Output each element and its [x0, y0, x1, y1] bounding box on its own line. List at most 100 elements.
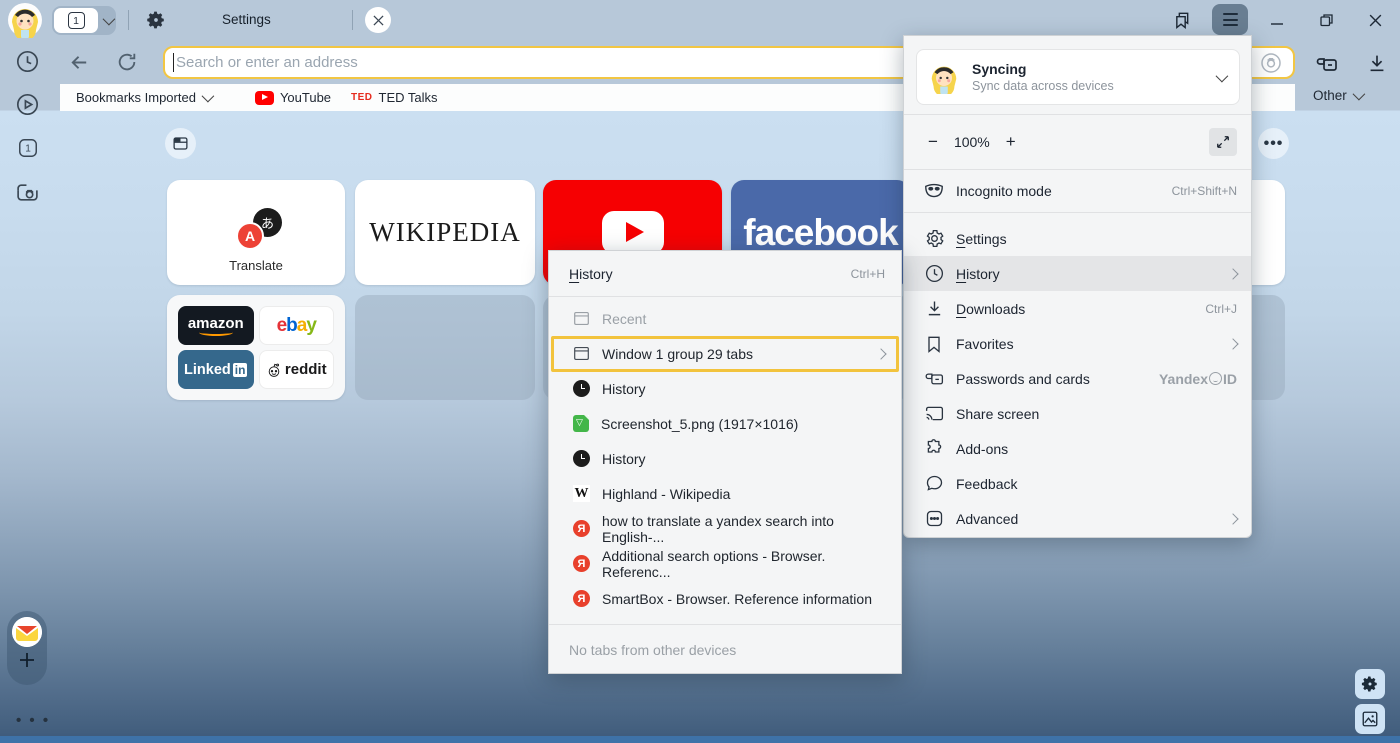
yandex-favicon: Я: [573, 555, 590, 572]
expand-icon: [1216, 135, 1230, 149]
passwords-toolbar-button[interactable]: [1315, 52, 1339, 76]
submenu-item-history[interactable]: History: [549, 441, 901, 476]
dial-settings-button[interactable]: [1355, 669, 1385, 699]
menu-item-feedback[interactable]: Feedback: [904, 466, 1251, 501]
youtube-play-icon: [602, 211, 664, 254]
minimize-button[interactable]: [1262, 5, 1292, 35]
image-icon: [1361, 710, 1379, 728]
submenu-item-history[interactable]: History: [549, 371, 901, 406]
bookmark-youtube[interactable]: YouTube: [255, 90, 331, 105]
sidebar-add-button[interactable]: [17, 650, 37, 670]
background-gallery-button[interactable]: [1355, 704, 1385, 734]
downloads-toolbar-button[interactable]: [1366, 52, 1388, 74]
yandex-id-icon: [1209, 372, 1222, 385]
sidebar-tabs-button[interactable]: 1: [17, 137, 42, 162]
gear-icon: [1361, 675, 1379, 693]
menu-item-incognito[interactable]: Incognito mode Ctrl+Shift+N: [904, 169, 1251, 212]
submenu-item-yandex-search[interactable]: Я Additional search options - Browser. R…: [549, 546, 901, 581]
history-submenu: History Ctrl+H Recent Window 1 group 29 …: [548, 250, 902, 674]
bookmarks-imported-folder[interactable]: Bookmarks Imported: [76, 90, 211, 105]
tab-count-icon: 1: [17, 137, 39, 159]
more-square-icon: [924, 508, 945, 529]
yandex-favicon: Я: [573, 590, 590, 607]
browser-menu-panel: Syncing Sync data across devices − 100% …: [903, 35, 1252, 538]
fullscreen-button[interactable]: [1209, 128, 1237, 156]
ted-icon: TED: [351, 92, 373, 103]
zoom-in-button[interactable]: +: [1006, 132, 1016, 152]
menu-item-history[interactable]: History: [904, 256, 1251, 291]
facebook-wordmark: facebook: [743, 212, 897, 254]
folder-item-reddit[interactable]: reddit: [259, 350, 335, 389]
dial-more-button[interactable]: •••: [1258, 128, 1289, 159]
reload-icon: [116, 51, 138, 73]
screen-cast-icon: [924, 403, 945, 424]
yandex-mail-button[interactable]: [12, 617, 42, 647]
submenu-item-yandex-search[interactable]: Я SmartBox - Browser. Reference informat…: [549, 581, 901, 616]
avatar-icon: [7, 2, 43, 38]
chevron-right-icon: [1227, 268, 1238, 279]
menu-item-share-screen[interactable]: Share screen: [904, 396, 1251, 431]
folder-item-ebay[interactable]: ebay: [259, 306, 335, 345]
no-other-devices-label: No tabs from other devices: [549, 632, 901, 658]
window-close-button[interactable]: [1360, 5, 1390, 35]
menu-item-settings[interactable]: Settings: [904, 221, 1251, 256]
image-search-icon[interactable]: [1259, 51, 1283, 75]
zoom-out-button[interactable]: −: [928, 132, 938, 152]
sidebar-history-button[interactable]: [15, 49, 40, 74]
tab-group-count[interactable]: 1: [54, 8, 98, 33]
sync-card[interactable]: Syncing Sync data across devices: [916, 49, 1240, 105]
submenu-item-recent: Recent: [549, 301, 901, 336]
maximize-button[interactable]: [1311, 5, 1341, 35]
folder-item-linkedin[interactable]: Linkedin: [178, 350, 254, 389]
tab-group-pill[interactable]: 1: [52, 6, 116, 35]
svg-text:1: 1: [25, 144, 31, 155]
dial-folder-shopping[interactable]: amazon ebay Linkedin reddit: [167, 295, 345, 400]
plus-icon: [17, 650, 37, 670]
dial-wikipedia[interactable]: WIKIPEDIA: [355, 180, 535, 285]
sidebar-media-button[interactable]: [15, 92, 40, 117]
translate-icon: あ A: [236, 208, 282, 250]
back-button[interactable]: [68, 51, 91, 74]
chevron-right-icon: [1227, 513, 1238, 524]
zoom-level: 100%: [954, 134, 990, 150]
sidebar-screenshot-button[interactable]: [15, 180, 40, 205]
folder-item-amazon[interactable]: amazon: [178, 306, 254, 345]
dial-label: Translate: [167, 258, 345, 273]
submenu-item-screenshot[interactable]: Screenshot_5.png (1917×1016): [549, 406, 901, 441]
sidebar-more-button[interactable]: • • •: [16, 712, 50, 729]
menu-item-downloads[interactable]: Downloads Ctrl+J: [904, 291, 1251, 326]
shortcut-label: Ctrl+Shift+N: [1172, 184, 1237, 198]
dial-placeholder[interactable]: [355, 295, 535, 400]
bookmark-ted-talks[interactable]: TEDTED Talks: [351, 90, 438, 105]
bookmarks-panel-button[interactable]: [1166, 5, 1196, 35]
reddit-alien-icon: [266, 362, 282, 378]
window-icon: [573, 345, 590, 362]
downloads-other-dropdown[interactable]: Other: [1313, 88, 1362, 103]
wikipedia-wordmark: WIKIPEDIA: [369, 217, 520, 248]
chevron-right-icon: [1227, 338, 1238, 349]
screenshot-camera-icon: [15, 180, 40, 205]
submenu-item-wikipedia[interactable]: W Highland - Wikipedia: [549, 476, 901, 511]
yandex-favicon: Я: [573, 520, 590, 537]
dial-translate[interactable]: あ A Translate: [167, 180, 345, 285]
bookmark-flag-icon: [924, 334, 944, 354]
menu-item-advanced[interactable]: Advanced: [904, 501, 1251, 536]
tab-close-button[interactable]: [365, 7, 391, 33]
menu-item-favorites[interactable]: Favorites: [904, 326, 1251, 361]
menu-item-passwords[interactable]: Passwords and cards YandexID: [904, 361, 1251, 396]
profile-avatar[interactable]: [7, 2, 43, 38]
key-card-icon: [1315, 52, 1339, 76]
shortcut-label: Ctrl+H: [851, 267, 885, 281]
new-window-button[interactable]: [165, 128, 196, 159]
submenu-item-window-group[interactable]: Window 1 group 29 tabs: [549, 336, 901, 371]
sync-subtitle: Sync data across devices: [972, 79, 1114, 93]
wikipedia-favicon: W: [573, 485, 590, 502]
text-caret: [173, 53, 174, 72]
reload-button[interactable]: [116, 51, 138, 73]
browser-menu-button[interactable]: [1212, 4, 1248, 35]
incognito-mask-icon: [923, 180, 945, 202]
tab-title[interactable]: Settings: [222, 12, 271, 27]
submenu-item-yandex-search[interactable]: Я how to translate a yandex search into …: [549, 511, 901, 546]
background-bottom-strip: [0, 736, 1400, 743]
menu-item-addons[interactable]: Add-ons: [904, 431, 1251, 466]
